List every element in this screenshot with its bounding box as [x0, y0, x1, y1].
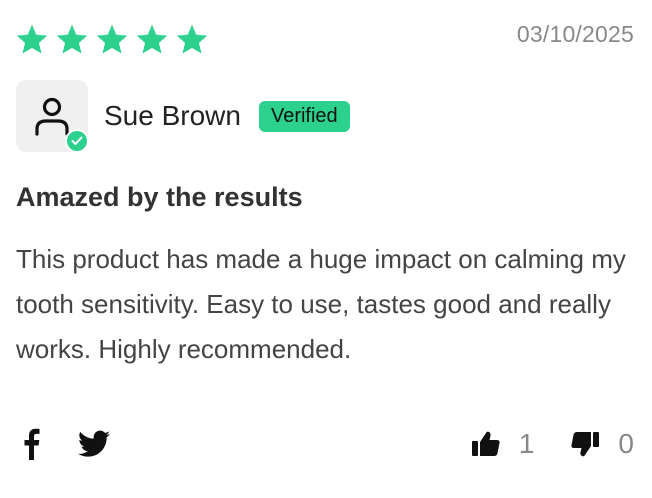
thumbs-down-icon [570, 430, 600, 458]
verified-check-icon [65, 129, 89, 153]
star-icon [175, 24, 209, 56]
not-helpful-vote-button[interactable]: 0 [570, 428, 634, 460]
star-icon [95, 24, 129, 56]
avatar [16, 80, 89, 153]
facebook-icon[interactable] [22, 428, 40, 460]
review-title: Amazed by the results [16, 182, 303, 212]
star-icon [15, 24, 49, 56]
helpful-vote-button[interactable]: 1 [471, 428, 535, 460]
review-date: 03/10/2025 [516, 21, 634, 47]
not-helpful-count: 0 [618, 428, 634, 459]
share-links [22, 428, 110, 460]
helpful-count: 1 [518, 428, 535, 459]
reviewer-name: Sue Brown [104, 100, 241, 131]
star-icon [135, 24, 169, 56]
twitter-icon[interactable] [78, 430, 110, 458]
review-body: This product has made a huge impact on c… [16, 244, 626, 364]
reviewer-info: Sue Brown Verified [16, 80, 350, 153]
star-icon [55, 24, 89, 56]
star-rating [15, 24, 209, 56]
thumbs-up-icon [471, 430, 501, 458]
verified-badge: Verified [258, 100, 350, 132]
helpfulness-votes: 1 0 [471, 428, 634, 460]
